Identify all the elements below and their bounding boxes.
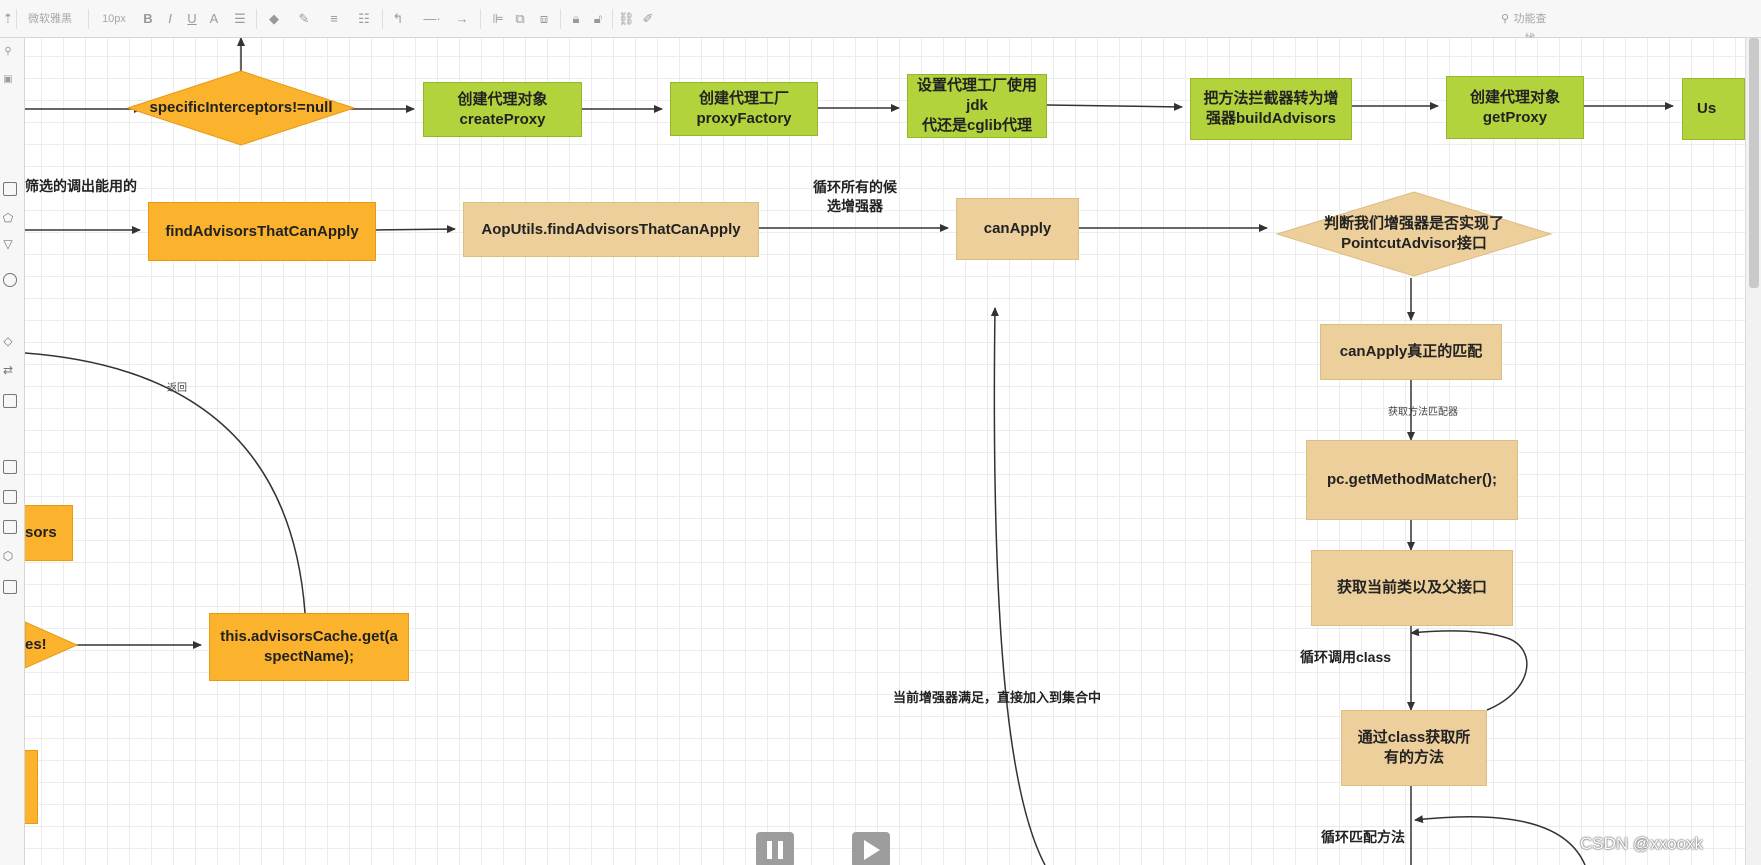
font-family-select[interactable]: 微软雅黑 (24, 9, 76, 29)
toolbar-separator (16, 9, 17, 29)
process-shape-icon[interactable] (3, 394, 17, 408)
scrollbar-thumb[interactable] (1749, 38, 1759, 288)
node-get-method-matcher[interactable]: pc.getMethodMatcher(); (1306, 440, 1518, 520)
label-loop-candidates: 循环所有的候 选增强器 (813, 179, 897, 214)
sidebar-image-icon[interactable]: ▣ (1, 70, 15, 90)
node-set-proxy-factory[interactable]: 设置代理工厂使用jdk 代还是cglib代理 (907, 74, 1047, 138)
node-left-partial[interactable] (25, 750, 38, 824)
connector-style-icon[interactable]: ↰ (390, 9, 406, 29)
font-size-select[interactable]: 10px (96, 9, 132, 29)
diamond-specific-interceptors-label: specificInterceptors!=null (149, 99, 333, 116)
node-get-proxy[interactable]: 创建代理对象 getProxy (1446, 76, 1584, 139)
diamond-es-partial[interactable]: es! (25, 620, 79, 670)
lock-icon[interactable]: 🔒︎ (568, 9, 584, 29)
label-call-usable: 筛选的调出能用的 (25, 178, 137, 194)
format-painter-icon[interactable]: ✐ (640, 9, 656, 29)
diamond-es-partial-label: es! (25, 636, 47, 653)
toolbar-separator (382, 9, 383, 29)
toolbar-separator (88, 9, 89, 29)
link-icon[interactable]: ⛓ (618, 9, 635, 29)
diamond-shape-icon[interactable]: ◇ (1, 331, 15, 351)
edge-loop-methods (1414, 815, 1586, 865)
feature-search-button[interactable]: 功能查找 (1510, 9, 1550, 45)
diamond-is-pointcut-advisor-label: 判断我们增强器是否实现了 PointcutAdvisor接口 (1323, 215, 1504, 252)
shape-sidebar: ⚲ ▣ ⬠ ▽ ◇ ⇄ ⬡ (0, 38, 25, 865)
edge-return-curve (25, 352, 306, 614)
fill-color-icon[interactable]: ◆ (266, 9, 282, 29)
pentagon-shape-icon[interactable]: ⬠ (1, 208, 15, 228)
card-shape-icon[interactable] (3, 520, 17, 534)
edge-add-to-set (990, 307, 1046, 865)
edge-to-build-advisors (1046, 102, 1183, 111)
toolbar-separator (480, 9, 481, 29)
edge-loop-class (1410, 628, 1528, 711)
edge-to-aop-utils (375, 225, 456, 234)
rectangle-shape-icon[interactable] (3, 182, 17, 196)
underline-icon[interactable]: U (184, 9, 200, 29)
sidebar-search-icon[interactable]: ⚲ (1, 42, 15, 62)
label-get-method-matcher: 获取方法匹配器 (1388, 407, 1458, 418)
font-color-icon[interactable]: A (206, 9, 222, 29)
label-return: 返回 (167, 383, 187, 394)
pause-icon (767, 841, 783, 859)
play-icon (864, 840, 880, 860)
toolbar-separator (256, 9, 257, 29)
node-build-advisors[interactable]: 把方法拦截器转为增 强器buildAdvisors (1190, 78, 1352, 140)
node-advisors-cache-get[interactable]: this.advisorsCache.get(a spectName); (209, 613, 409, 681)
node-aop-utils-find[interactable]: AopUtils.findAdvisorsThatCanApply (463, 202, 759, 257)
toolbar-separator (612, 9, 613, 29)
node-create-proxy[interactable]: 创建代理对象 createProxy (423, 82, 582, 137)
vertical-scrollbar[interactable] (1745, 38, 1761, 865)
node-can-apply[interactable]: canApply (956, 198, 1079, 260)
toolbar: ⇡ 微软雅黑 10px B I U A ☰ ◆ ✎ ≡ ☷ ↰ —· → ⊫ ⧉… (0, 0, 1761, 45)
line-color-icon[interactable]: ✎ (296, 9, 312, 29)
diamond-specific-interceptors[interactable]: specificInterceptors!=null (126, 69, 356, 147)
node-get-all-methods[interactable]: 通过class获取所 有的方法 (1341, 710, 1487, 786)
group-icon[interactable]: ⧉ (512, 9, 528, 29)
node-get-current-class[interactable]: 获取当前类以及父接口 (1311, 550, 1513, 626)
label-loop-call-class: 循环调用class (1300, 649, 1392, 665)
node-us-partial[interactable]: Us (1682, 78, 1745, 140)
unlock-icon[interactable]: 🔓︎ (590, 9, 606, 29)
diamond-is-pointcut-advisor[interactable]: 判断我们增强器是否实现了 PointcutAdvisor接口 (1275, 190, 1553, 278)
arrow-shape-icon[interactable]: ⇄ (1, 360, 15, 380)
line-start-icon[interactable]: —· (420, 9, 444, 29)
bold-icon[interactable]: B (140, 9, 156, 29)
watermark: CSDN @xxooxk (1580, 834, 1704, 853)
hexagon-shape-icon[interactable]: ⬡ (1, 546, 15, 566)
pause-button[interactable] (756, 832, 794, 865)
arrange-icon[interactable]: ⊫ (490, 9, 506, 29)
triangle-shape-icon[interactable]: ▽ (1, 234, 15, 254)
italic-icon[interactable]: I (162, 9, 178, 29)
diagram-canvas[interactable]: specificInterceptors!=null 创建代理对象 create… (25, 38, 1745, 865)
document-shape-icon[interactable] (3, 460, 17, 474)
label-add-to-set: 当前增强器满足，直接加入到集合中 (893, 690, 1102, 705)
line-style-icon[interactable]: ☷ (356, 9, 372, 29)
ungroup-icon[interactable]: ⧈ (536, 9, 552, 29)
node-proxy-factory[interactable]: 创建代理工厂 proxyFactory (670, 82, 818, 136)
data-shape-icon[interactable] (3, 490, 17, 504)
line-width-icon[interactable]: ≡ (326, 9, 342, 29)
circle-shape-icon[interactable] (3, 273, 17, 287)
align-icon[interactable]: ☰ (232, 9, 248, 29)
menu-icon[interactable]: ⇡ (2, 9, 14, 29)
label-loop-match-methods: 循环匹配方法 (1321, 829, 1405, 845)
node-find-advisors-that-can-apply[interactable]: findAdvisorsThatCanApply (148, 202, 376, 261)
node-can-apply-real-match[interactable]: canApply真正的匹配 (1320, 324, 1502, 380)
video-controls (756, 832, 906, 865)
play-button[interactable] (852, 832, 890, 865)
toolbar-separator (560, 9, 561, 29)
node-sors-partial[interactable]: sors (25, 505, 73, 561)
line-end-icon[interactable]: → (450, 9, 474, 29)
storage-shape-icon[interactable] (3, 580, 17, 594)
